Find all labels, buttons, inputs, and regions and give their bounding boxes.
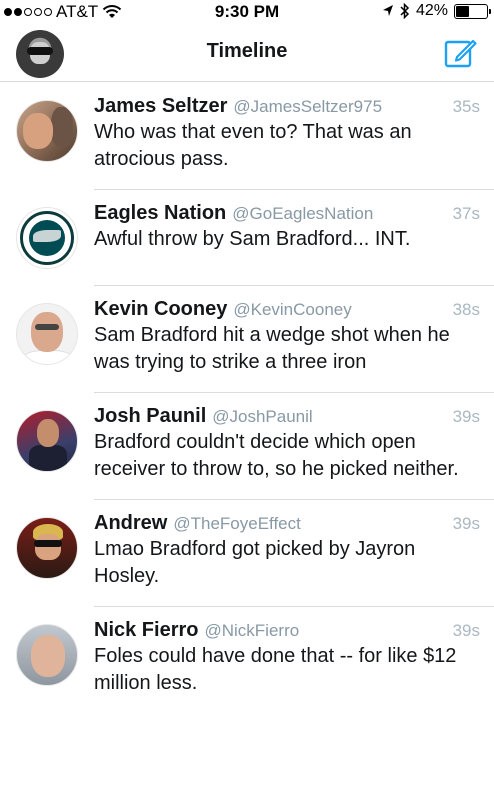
tweet-row[interactable]: Eagles Nation @GoEaglesNation 37s Awful … [0, 190, 494, 285]
tweet-author-handle[interactable]: @KevinCooney [233, 300, 446, 320]
tweet-author-handle[interactable]: @TheFoyeEffect [173, 514, 446, 534]
tweet-timestamp: 39s [452, 621, 480, 640]
tweet-content: Andrew @TheFoyeEffect 39s Lmao Bradford … [94, 512, 480, 590]
battery-percent: 42% [415, 2, 448, 19]
avatar[interactable] [16, 624, 78, 686]
tweet-author-name[interactable]: Josh Paunil [94, 405, 206, 428]
tweet-content: Eagles Nation @GoEaglesNation 37s Awful … [94, 202, 480, 269]
tweet-row[interactable]: Josh Paunil @JoshPaunil 39s Bradford cou… [0, 393, 494, 499]
tweet-timestamp: 38s [452, 300, 480, 319]
tweet-author-handle[interactable]: @JoshPaunil [212, 407, 446, 427]
avatar[interactable] [16, 303, 78, 365]
tweet-text: Lmao Bradford got picked by Jayron Hosle… [94, 538, 416, 587]
timeline-list: James Seltzer @JamesSeltzer975 35s Who w… [0, 83, 494, 713]
compose-tweet-icon[interactable] [444, 36, 478, 70]
tweet-content: Josh Paunil @JoshPaunil 39s Bradford cou… [94, 405, 480, 483]
tweet-text: Bradford couldn't decide which open rece… [94, 431, 459, 480]
tweet-author-name[interactable]: Andrew [94, 512, 167, 535]
tweet-text: Foles could have done that -- for like $… [94, 645, 457, 694]
avatar[interactable] [16, 207, 78, 269]
avatar[interactable] [16, 100, 78, 162]
status-right: 42% [382, 2, 491, 20]
tweet-author-handle[interactable]: @GoEaglesNation [232, 204, 446, 224]
nav-bar: Timeline [0, 26, 494, 82]
tweet-timestamp: 35s [452, 97, 480, 116]
tweet-text: Awful throw by Sam Bradford... INT. [94, 228, 411, 250]
tweet-row[interactable]: Nick Fierro @NickFierro 39s Foles could … [0, 607, 494, 713]
tweet-content: Kevin Cooney @KevinCooney 38s Sam Bradfo… [94, 298, 480, 376]
tweet-content: James Seltzer @JamesSeltzer975 35s Who w… [94, 95, 480, 173]
tweet-author-name[interactable]: Kevin Cooney [94, 298, 227, 321]
status-bar: AT&T 9:30 PM 42% [0, 0, 494, 26]
tweet-row[interactable]: Andrew @TheFoyeEffect 39s Lmao Bradford … [0, 500, 494, 606]
avatar[interactable] [16, 410, 78, 472]
tweet-author-handle[interactable]: @NickFierro [204, 621, 446, 641]
location-arrow-icon [382, 5, 393, 16]
tweet-row[interactable]: James Seltzer @JamesSeltzer975 35s Who w… [0, 83, 494, 189]
tweet-author-name[interactable]: James Seltzer [94, 95, 227, 118]
tweet-text: Sam Bradford hit a wedge shot when he wa… [94, 324, 450, 373]
tweet-timestamp: 37s [452, 204, 480, 223]
tweet-row[interactable]: Kevin Cooney @KevinCooney 38s Sam Bradfo… [0, 286, 494, 392]
tweet-author-name[interactable]: Eagles Nation [94, 202, 226, 225]
tweet-author-name[interactable]: Nick Fierro [94, 619, 198, 642]
tweet-author-handle[interactable]: @JamesSeltzer975 [233, 97, 446, 117]
tweet-content: Nick Fierro @NickFierro 39s Foles could … [94, 619, 480, 697]
page-title: Timeline [206, 40, 288, 62]
tweet-timestamp: 39s [452, 514, 480, 533]
tweet-timestamp: 39s [452, 407, 480, 426]
bluetooth-icon [400, 3, 410, 19]
tweet-text: Who was that even to? That was an atroci… [94, 121, 412, 170]
avatar[interactable] [16, 517, 78, 579]
battery-icon [454, 3, 491, 19]
